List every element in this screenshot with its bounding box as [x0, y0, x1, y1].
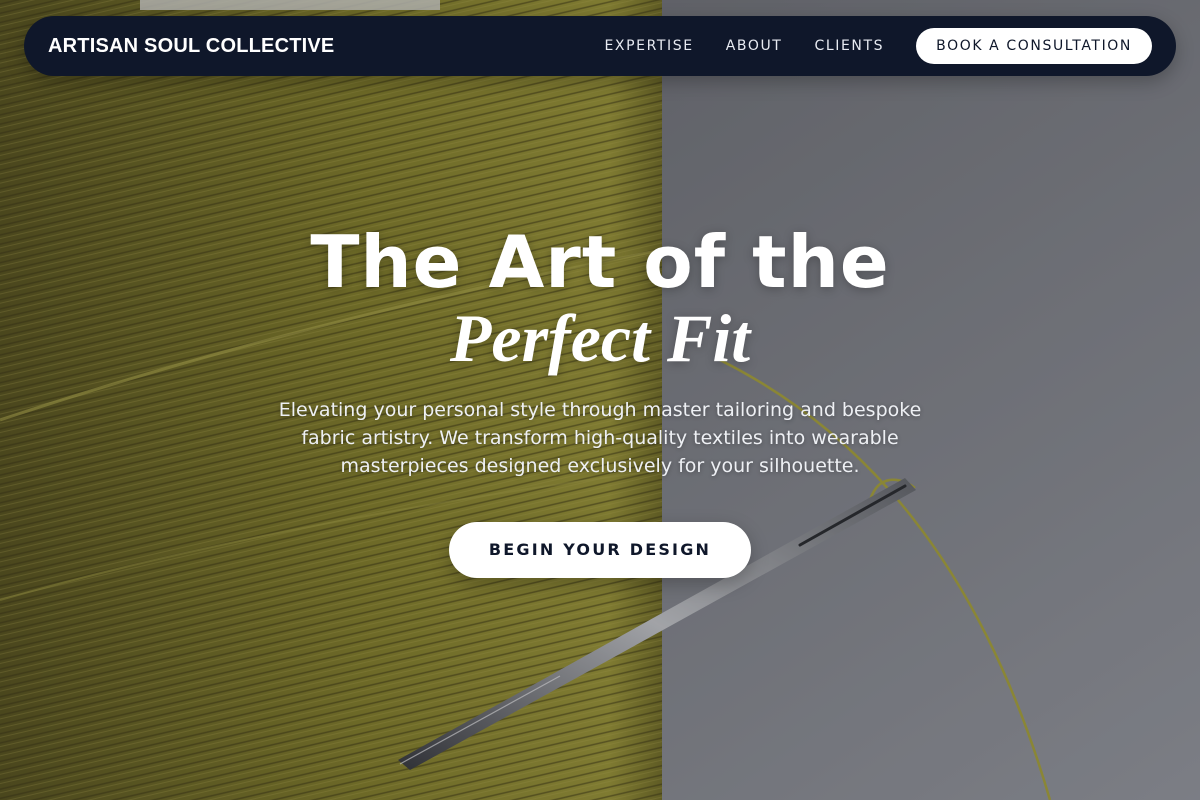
nav-links: EXPERTISE ABOUT CLIENTS BOOK A CONSULTAT… — [572, 28, 1152, 64]
top-navigation-bar: ARTISAN SOUL COLLECTIVE EXPERTISE ABOUT … — [24, 16, 1176, 76]
nav-link-about[interactable]: ABOUT — [726, 38, 783, 54]
brand-logo-text[interactable]: ARTISAN SOUL COLLECTIVE — [48, 35, 334, 58]
hero-title: The Art of the — [310, 220, 890, 304]
hero-content: The Art of the Perfect Fit Elevating you… — [0, 222, 1200, 578]
hero-description: Elevating your personal style through ma… — [278, 399, 922, 477]
begin-design-button[interactable]: BEGIN YOUR DESIGN — [448, 522, 752, 578]
hero-section: ARTISAN SOUL COLLECTIVE EXPERTISE ABOUT … — [0, 0, 1200, 800]
book-consultation-button[interactable]: BOOK A CONSULTATION — [916, 28, 1152, 64]
nav-link-clients[interactable]: CLIENTS — [814, 38, 884, 54]
nav-link-expertise[interactable]: EXPERTISE — [604, 38, 693, 54]
hero-title-italic: Perfect Fit — [449, 300, 751, 376]
